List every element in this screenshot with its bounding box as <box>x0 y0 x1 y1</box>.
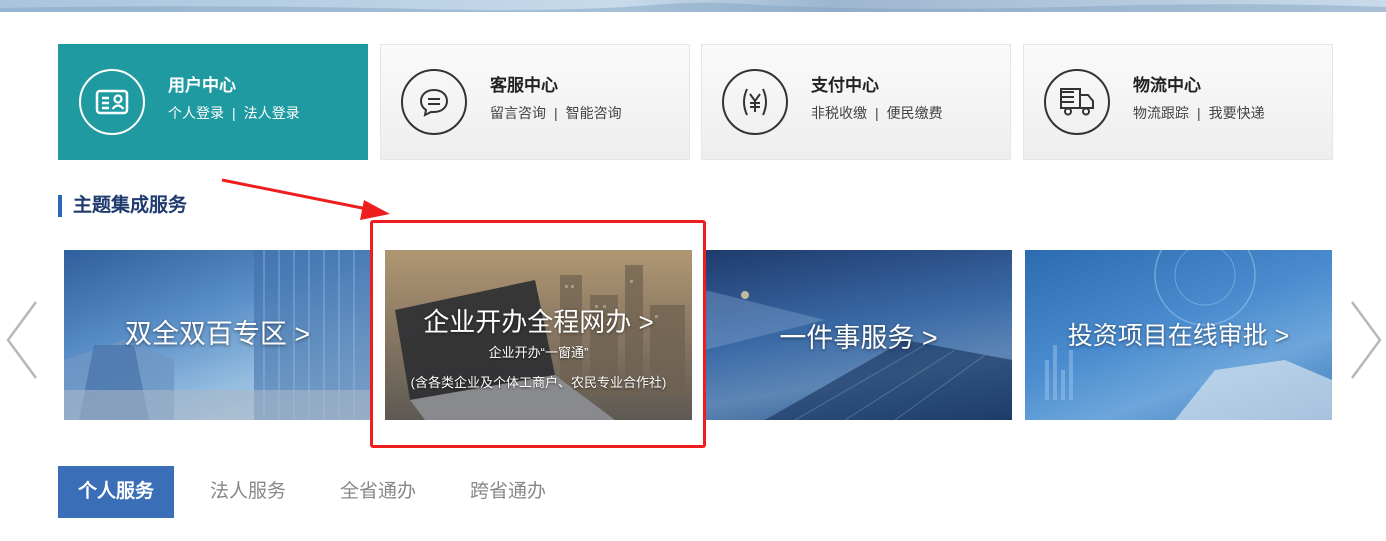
tab-personal-services[interactable]: 个人服务 <box>58 466 175 518</box>
logistics-tracking-link[interactable]: 物流跟踪 <box>1133 105 1189 121</box>
chevron-left-icon <box>6 301 38 379</box>
message-consult-link[interactable]: 留言咨询 <box>490 105 546 121</box>
card-links: 非税收缴 | 便民缴费 <box>811 105 943 121</box>
tile-label: 双全双百专区 > <box>124 319 311 349</box>
section-title: 主题集成服务 <box>58 195 187 217</box>
carousel-prev-arrow[interactable] <box>4 300 40 380</box>
card-title: 物流中心 <box>1133 76 1201 95</box>
card-title: 客服中心 <box>490 76 558 95</box>
carousel-tile-investment[interactable]: 投资项目在线审批 > <box>1025 250 1332 420</box>
logistics-center-card[interactable]: 物流中心 物流跟踪 | 我要快递 <box>1023 44 1333 160</box>
chat-bubble-icon <box>401 69 467 135</box>
tile-subtitle: 企业开办“一窗通” <box>488 345 589 360</box>
truck-icon <box>1044 69 1110 135</box>
tile-label: 投资项目在线审批 > <box>1067 322 1290 350</box>
personal-login-link[interactable]: 个人登录 <box>168 105 224 121</box>
card-links: 个人登录 | 法人登录 <box>168 105 300 121</box>
id-card-icon <box>79 69 145 135</box>
tile-label: 企业开办全程网办 > <box>423 307 654 337</box>
customer-service-card[interactable]: 客服中心 留言咨询 | 智能咨询 <box>380 44 690 160</box>
card-links: 留言咨询 | 智能咨询 <box>490 105 622 121</box>
legal-person-login-link[interactable]: 法人登录 <box>244 105 300 121</box>
top-banner-strip <box>0 0 1386 12</box>
user-center-card[interactable]: 用户中心 个人登录 | 法人登录 <box>58 44 368 160</box>
carousel-next-arrow[interactable] <box>1348 300 1384 380</box>
tab-legal-person-services[interactable]: 法人服务 <box>210 466 286 518</box>
card-links: 物流跟踪 | 我要快递 <box>1133 105 1265 121</box>
convenience-payment-link[interactable]: 便民缴费 <box>887 105 943 121</box>
send-express-link[interactable]: 我要快递 <box>1209 105 1265 121</box>
card-title: 用户中心 <box>168 76 236 95</box>
carousel-tile-dual[interactable]: 双全双百专区 > <box>64 250 371 420</box>
tile-subtitle-note: (含各类企业及个体工商户、农民专业合作社) <box>410 375 667 390</box>
carousel-tile-one-thing[interactable]: 一件事服务 > <box>705 250 1012 420</box>
non-tax-payment-link[interactable]: 非税收缴 <box>811 105 867 121</box>
yuan-icon <box>722 69 788 135</box>
tab-cross-province[interactable]: 跨省通办 <box>470 466 546 518</box>
smart-consult-link[interactable]: 智能咨询 <box>566 105 622 121</box>
tab-province-wide[interactable]: 全省通办 <box>340 466 416 518</box>
card-title: 支付中心 <box>811 76 879 95</box>
tile-label: 一件事服务 > <box>779 323 938 353</box>
payment-center-card[interactable]: 支付中心 非税收缴 | 便民缴费 <box>701 44 1011 160</box>
carousel-tile-enterprise[interactable]: 企业开办全程网办 > 企业开办“一窗通” (含各类企业及个体工商户、农民专业合作… <box>385 250 692 420</box>
chevron-right-icon <box>1350 301 1382 379</box>
